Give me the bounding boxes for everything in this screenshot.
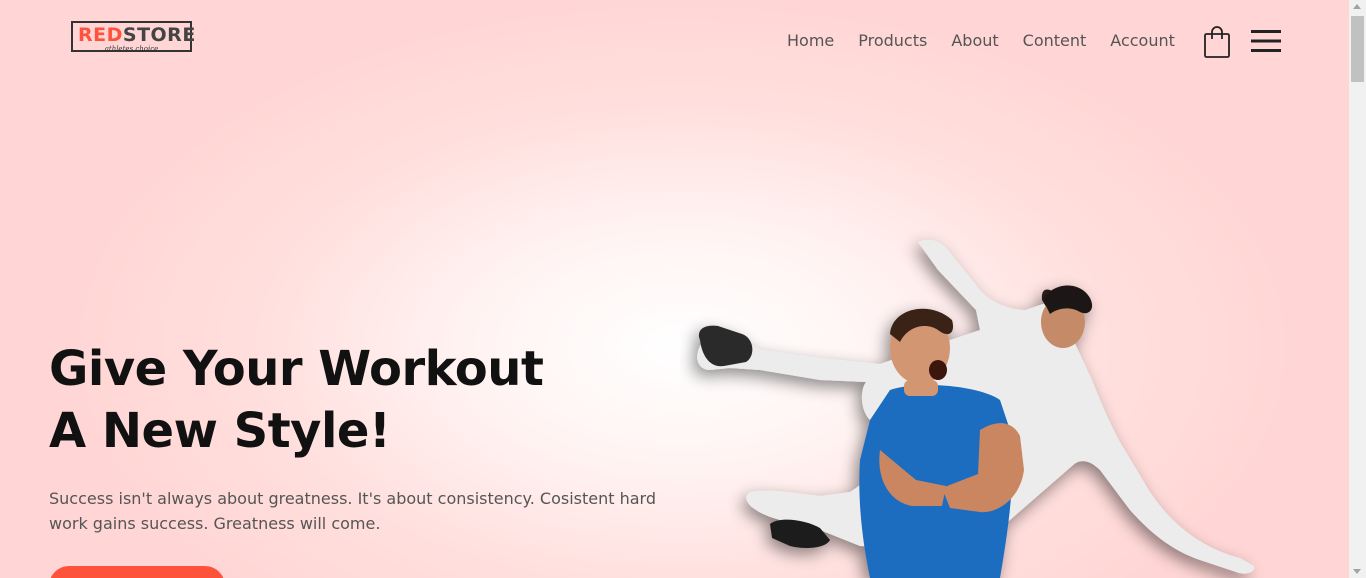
logo-tagline: athletes choice — [104, 45, 159, 53]
hero-title-line-2: A New Style! — [49, 403, 391, 459]
explore-now-button[interactable] — [49, 566, 225, 578]
hero-subtitle: Success isn't always about greatness. It… — [49, 489, 656, 533]
hero-title: Give Your Workout A New Style! — [49, 338, 544, 462]
nav-content[interactable]: Content — [1023, 30, 1087, 52]
hero-image-football-players — [697, 239, 1255, 578]
scroll-thumb[interactable] — [1351, 16, 1364, 82]
hamburger-menu-icon[interactable] — [1251, 29, 1281, 53]
main-nav: Home Products About Content Account — [787, 30, 1199, 52]
redstore-logo[interactable]: REDSTORE athletes choice — [71, 21, 195, 53]
page: REDSTORE athletes choice Home Products A… — [0, 0, 1349, 578]
hero-title-line-1: Give Your Workout — [49, 341, 544, 397]
shopping-bag-icon[interactable] — [1203, 25, 1231, 59]
nav-home[interactable]: Home — [787, 30, 834, 52]
vertical-scrollbar[interactable] — [1349, 0, 1366, 578]
nav-about[interactable]: About — [951, 30, 998, 52]
nav-products[interactable]: Products — [858, 30, 927, 52]
logo-wordmark: REDSTORE — [78, 24, 196, 46]
scroll-down-arrow-icon[interactable] — [1353, 569, 1361, 574]
scroll-up-arrow-icon[interactable] — [1353, 4, 1361, 9]
nav-account[interactable]: Account — [1110, 30, 1175, 52]
